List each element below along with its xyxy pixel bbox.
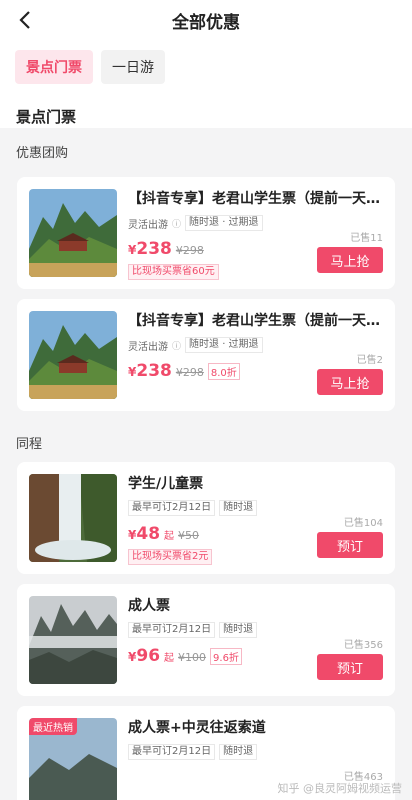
book-button[interactable]: 预订: [317, 654, 383, 680]
sold-count: 已售2: [356, 355, 383, 366]
deal-title: 【抖音专享】老君山学生票（提前一天…: [128, 313, 380, 329]
group-buy-heading: 优惠团购: [0, 128, 412, 171]
sold-count: 已售356: [343, 640, 383, 651]
app-header: 全部优惠: [0, 0, 412, 40]
deal-title: 学生/儿童票: [128, 476, 204, 492]
deal-title: 【抖音专享】老君山学生票（提前一天…: [128, 191, 380, 207]
tab-day-tour[interactable]: 一日游: [101, 50, 165, 84]
discount-badge: 8.0折: [207, 363, 240, 380]
price-from: 起: [164, 653, 175, 664]
waterfall-image: [29, 474, 117, 562]
mountain-temple-image: [29, 189, 117, 277]
savings-label: 比现场买票省60元: [128, 264, 219, 280]
section-title: 景点门票: [16, 108, 77, 126]
refund-tag: 随时退: [219, 500, 258, 516]
tab-scenic-tickets[interactable]: 景点门票: [15, 50, 93, 84]
section-header: 景点门票 优惠团购: [0, 90, 412, 171]
deal-card[interactable]: 【抖音专享】老君山学生票（提前一天… 灵活出游 ⓘ 随时退 · 过期退 ¥238…: [17, 177, 395, 289]
discount-badge: 9.6折: [210, 648, 242, 665]
flexible-travel-tag: 灵活出游: [128, 219, 168, 231]
refund-tag: 随时退 · 过期退: [185, 337, 263, 353]
booking-date-tag: 最早可订2月12日: [128, 744, 216, 760]
back-arrow-icon: [19, 11, 30, 29]
current-price: ¥238: [128, 361, 172, 381]
info-icon: ⓘ: [172, 341, 182, 352]
deal-card[interactable]: 【抖音专享】老君山学生票（提前一天… 灵活出游 ⓘ 随时退 · 过期退 ¥238…: [17, 299, 395, 411]
info-icon: ⓘ: [172, 219, 182, 230]
tongcheng-heading: 同程: [16, 437, 43, 452]
original-price: ¥50: [178, 529, 200, 542]
refund-tag: 随时退: [219, 622, 258, 638]
book-button[interactable]: 预订: [317, 532, 383, 558]
deal-card[interactable]: 学生/儿童票 最早可订2月12日 随时退 ¥48 起 ¥50 比现场买票省2元 …: [17, 462, 395, 574]
original-price: ¥298: [175, 366, 204, 379]
grab-button[interactable]: 马上抢: [317, 369, 383, 395]
current-price: ¥48: [128, 524, 161, 544]
price-from: 起: [164, 531, 175, 542]
deal-title: 成人票+中灵往返索道: [128, 720, 266, 736]
refund-tag: 随时退: [219, 744, 258, 760]
deal-tags: 灵活出游 ⓘ 随时退 · 过期退: [128, 337, 383, 353]
original-price: ¥298: [175, 244, 204, 257]
tab-bar: 景点门票 一日游: [0, 40, 412, 90]
sold-count: 已售104: [343, 518, 383, 529]
refund-tag: 随时退 · 过期退: [185, 215, 263, 231]
watermark: 知乎 @良灵阿姆视频运营: [277, 782, 403, 795]
deal-tags: 最早可订2月12日 随时退: [128, 744, 383, 760]
grab-button[interactable]: 马上抢: [317, 247, 383, 273]
back-button[interactable]: [12, 6, 40, 34]
booking-date-tag: 最早可订2月12日: [128, 500, 216, 516]
savings-label: 比现场买票省2元: [128, 549, 213, 565]
current-price: ¥96: [128, 646, 161, 666]
original-price: ¥100: [178, 651, 207, 664]
deal-title: 成人票: [128, 598, 170, 614]
cable-car-image: 最近热销: [29, 718, 117, 800]
misty-mountain-image: [29, 596, 117, 684]
booking-date-tag: 最早可订2月12日: [128, 622, 216, 638]
deal-card[interactable]: 成人票 最早可订2月12日 随时退 ¥96 起 ¥100 9.6折 已售356 …: [17, 584, 395, 696]
mountain-temple-image: [29, 311, 117, 399]
page-title: 全部优惠: [172, 12, 240, 33]
flexible-travel-tag: 灵活出游: [128, 341, 168, 353]
current-price: ¥238: [128, 239, 172, 259]
hot-sale-badge: 最近热销: [29, 718, 77, 735]
deal-tags: 灵活出游 ⓘ 随时退 · 过期退: [128, 215, 383, 231]
sold-count: 已售11: [350, 233, 383, 244]
